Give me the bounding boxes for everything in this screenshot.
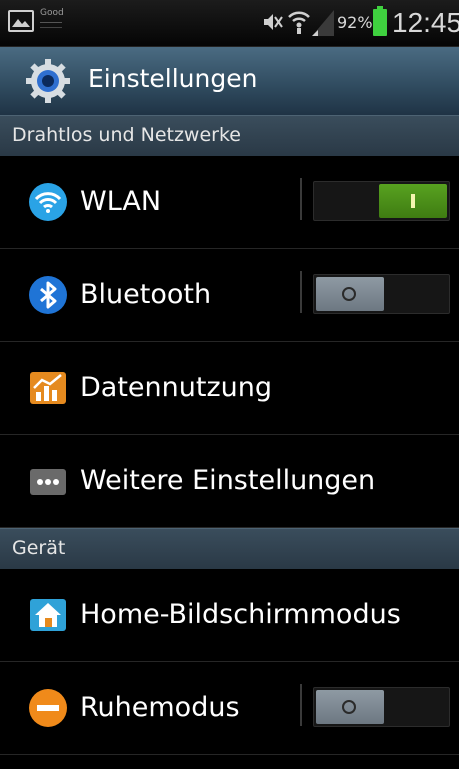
section-header-device: Gerät: [0, 528, 459, 569]
clock-time: 12:45: [392, 7, 459, 38]
signal-icon: [312, 10, 334, 36]
gallery-icon: [8, 10, 34, 32]
toggle-knob: [316, 690, 384, 724]
more-dots-icon: [30, 469, 66, 495]
do-not-disturb-icon: [29, 689, 67, 727]
settings-item-label: Bluetooth: [80, 279, 212, 310]
blocking-mode-toggle[interactable]: [313, 687, 450, 727]
settings-item-label: Weitere Einstellungen: [80, 465, 376, 496]
page-title: Einstellungen: [88, 64, 258, 93]
settings-item-more-settings[interactable]: Weitere Einstellungen: [0, 435, 459, 528]
battery-percent: 92%: [337, 13, 373, 32]
data-usage-icon: [30, 372, 66, 404]
wlan-toggle[interactable]: [313, 181, 450, 221]
settings-item-blocking-mode[interactable]: Ruhemodus: [0, 662, 459, 755]
settings-gear-icon: [26, 59, 70, 103]
settings-item-label: WLAN: [80, 186, 162, 217]
bluetooth-toggle[interactable]: [313, 274, 450, 314]
section-header-wireless: Drahtlos und Netzwerke: [0, 115, 459, 156]
section-title: Drahtlos und Netzwerke: [12, 124, 241, 146]
home-icon: [30, 599, 66, 631]
wifi-status-icon: [288, 11, 310, 34]
settings-item-home-screen-mode[interactable]: Home-Bildschirmmodus: [0, 569, 459, 662]
settings-item-label: Datennutzung: [80, 372, 272, 403]
settings-item-label: Ruhemodus: [80, 692, 240, 723]
section-title: Gerät: [12, 537, 66, 559]
mute-icon: [264, 14, 283, 30]
bluetooth-icon: [29, 276, 67, 314]
settings-item-wlan[interactable]: WLAN: [0, 156, 459, 249]
battery-icon: [373, 6, 387, 36]
wifi-icon: [29, 183, 67, 221]
settings-item-data-usage[interactable]: Datennutzung: [0, 342, 459, 435]
settings-item-label: Home-Bildschirmmodus: [80, 599, 401, 630]
toggle-knob: [316, 277, 384, 311]
title-bar: Einstellungen: [0, 47, 459, 115]
status-bar: Good 92% 12:45: [0, 0, 459, 47]
signal-quality-label: Good: [40, 8, 64, 18]
settings-item-bluetooth[interactable]: Bluetooth: [0, 249, 459, 342]
toggle-knob: [379, 184, 447, 218]
